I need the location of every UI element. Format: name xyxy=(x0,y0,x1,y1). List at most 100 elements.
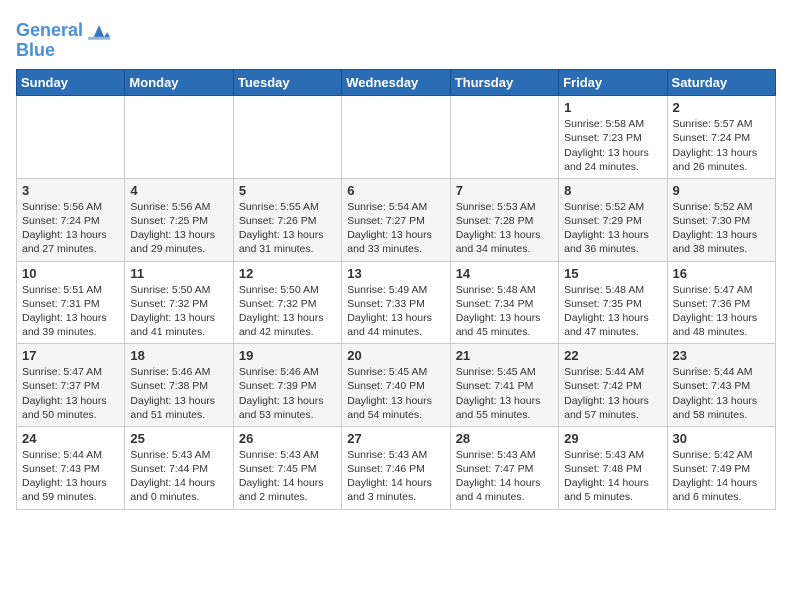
day-detail: Sunrise: 5:46 AM Sunset: 7:38 PM Dayligh… xyxy=(130,365,227,422)
day-number: 24 xyxy=(22,431,119,446)
day-detail: Sunrise: 5:44 AM Sunset: 7:42 PM Dayligh… xyxy=(564,365,661,422)
weekday-header: Saturday xyxy=(667,70,775,96)
calendar-cell: 10 Sunrise: 5:51 AM Sunset: 7:31 PM Dayli… xyxy=(17,261,125,344)
calendar-cell: 20 Sunrise: 5:45 AM Sunset: 7:40 PM Dayli… xyxy=(342,344,450,427)
day-detail: Sunrise: 5:51 AM Sunset: 7:31 PM Dayligh… xyxy=(22,283,119,340)
calendar-cell: 14 Sunrise: 5:48 AM Sunset: 7:34 PM Dayli… xyxy=(450,261,558,344)
day-detail: Sunrise: 5:45 AM Sunset: 7:40 PM Dayligh… xyxy=(347,365,444,422)
calendar-cell: 25 Sunrise: 5:43 AM Sunset: 7:44 PM Dayli… xyxy=(125,426,233,509)
calendar-week-row: 1 Sunrise: 5:58 AM Sunset: 7:23 PM Daylig… xyxy=(17,96,776,179)
calendar-cell: 26 Sunrise: 5:43 AM Sunset: 7:45 PM Dayli… xyxy=(233,426,341,509)
calendar-week-row: 24 Sunrise: 5:44 AM Sunset: 7:43 PM Dayli… xyxy=(17,426,776,509)
calendar-cell: 29 Sunrise: 5:43 AM Sunset: 7:48 PM Dayli… xyxy=(559,426,667,509)
day-number: 15 xyxy=(564,266,661,281)
calendar-cell: 30Sunrise: 5:42 AM Sunset: 7:49 PM Dayli… xyxy=(667,426,775,509)
day-number: 1 xyxy=(564,100,661,115)
day-number: 29 xyxy=(564,431,661,446)
day-number: 28 xyxy=(456,431,553,446)
logo-blue: Blue xyxy=(16,40,110,62)
day-number: 22 xyxy=(564,348,661,363)
day-number: 20 xyxy=(347,348,444,363)
calendar-cell: 16 Sunrise: 5:47 AM Sunset: 7:36 PM Dayli… xyxy=(667,261,775,344)
day-detail: Sunrise: 5:47 AM Sunset: 7:36 PM Dayligh… xyxy=(673,283,770,340)
day-detail: Sunrise: 5:45 AM Sunset: 7:41 PM Dayligh… xyxy=(456,365,553,422)
calendar-cell: 23Sunrise: 5:44 AM Sunset: 7:43 PM Dayli… xyxy=(667,344,775,427)
day-detail: Sunrise: 5:43 AM Sunset: 7:48 PM Dayligh… xyxy=(564,448,661,505)
weekday-header: Tuesday xyxy=(233,70,341,96)
day-number: 11 xyxy=(130,266,227,281)
calendar-cell: 24 Sunrise: 5:44 AM Sunset: 7:43 PM Dayli… xyxy=(17,426,125,509)
page-header: General Blue xyxy=(16,16,776,61)
weekday-header: Thursday xyxy=(450,70,558,96)
weekday-header: Wednesday xyxy=(342,70,450,96)
day-detail: Sunrise: 5:43 AM Sunset: 7:47 PM Dayligh… xyxy=(456,448,553,505)
weekday-header: Friday xyxy=(559,70,667,96)
calendar-week-row: 10 Sunrise: 5:51 AM Sunset: 7:31 PM Dayli… xyxy=(17,261,776,344)
day-detail: Sunrise: 5:53 AM Sunset: 7:28 PM Dayligh… xyxy=(456,200,553,257)
day-number: 3 xyxy=(22,183,119,198)
calendar-cell: 13 Sunrise: 5:49 AM Sunset: 7:33 PM Dayli… xyxy=(342,261,450,344)
calendar-cell: 28 Sunrise: 5:43 AM Sunset: 7:47 PM Dayli… xyxy=(450,426,558,509)
day-detail: Sunrise: 5:54 AM Sunset: 7:27 PM Dayligh… xyxy=(347,200,444,257)
day-detail: Sunrise: 5:48 AM Sunset: 7:34 PM Dayligh… xyxy=(456,283,553,340)
calendar-table: SundayMondayTuesdayWednesdayThursdayFrid… xyxy=(16,69,776,509)
day-detail: Sunrise: 5:47 AM Sunset: 7:37 PM Dayligh… xyxy=(22,365,119,422)
day-detail: Sunrise: 5:46 AM Sunset: 7:39 PM Dayligh… xyxy=(239,365,336,422)
calendar-cell: 22 Sunrise: 5:44 AM Sunset: 7:42 PM Dayli… xyxy=(559,344,667,427)
calendar-cell: 19 Sunrise: 5:46 AM Sunset: 7:39 PM Dayli… xyxy=(233,344,341,427)
day-detail: Sunrise: 5:56 AM Sunset: 7:25 PM Dayligh… xyxy=(130,200,227,257)
day-detail: Sunrise: 5:43 AM Sunset: 7:44 PM Dayligh… xyxy=(130,448,227,505)
logo: General Blue xyxy=(16,20,110,61)
day-number: 8 xyxy=(564,183,661,198)
calendar-cell: 18Sunrise: 5:46 AM Sunset: 7:38 PM Dayli… xyxy=(125,344,233,427)
calendar-cell: 17 Sunrise: 5:47 AM Sunset: 7:37 PM Dayli… xyxy=(17,344,125,427)
day-number: 9 xyxy=(673,183,770,198)
day-number: 16 xyxy=(673,266,770,281)
day-detail: Sunrise: 5:49 AM Sunset: 7:33 PM Dayligh… xyxy=(347,283,444,340)
day-detail: Sunrise: 5:57 AM Sunset: 7:24 PM Dayligh… xyxy=(673,117,770,174)
weekday-header: Sunday xyxy=(17,70,125,96)
day-number: 21 xyxy=(456,348,553,363)
day-detail: Sunrise: 5:43 AM Sunset: 7:45 PM Dayligh… xyxy=(239,448,336,505)
calendar-cell: 5 Sunrise: 5:55 AM Sunset: 7:26 PM Daylig… xyxy=(233,178,341,261)
day-number: 27 xyxy=(347,431,444,446)
day-number: 25 xyxy=(130,431,227,446)
calendar-cell: 21 Sunrise: 5:45 AM Sunset: 7:41 PM Dayli… xyxy=(450,344,558,427)
calendar-cell: 15Sunrise: 5:48 AM Sunset: 7:35 PM Dayli… xyxy=(559,261,667,344)
calendar-week-row: 3 Sunrise: 5:56 AM Sunset: 7:24 PM Daylig… xyxy=(17,178,776,261)
calendar-cell: 6 Sunrise: 5:54 AM Sunset: 7:27 PM Daylig… xyxy=(342,178,450,261)
day-detail: Sunrise: 5:44 AM Sunset: 7:43 PM Dayligh… xyxy=(673,365,770,422)
day-number: 7 xyxy=(456,183,553,198)
day-detail: Sunrise: 5:58 AM Sunset: 7:23 PM Dayligh… xyxy=(564,117,661,174)
day-number: 14 xyxy=(456,266,553,281)
day-number: 30 xyxy=(673,431,770,446)
weekday-header: Monday xyxy=(125,70,233,96)
day-detail: Sunrise: 5:50 AM Sunset: 7:32 PM Dayligh… xyxy=(130,283,227,340)
day-number: 12 xyxy=(239,266,336,281)
day-detail: Sunrise: 5:52 AM Sunset: 7:30 PM Dayligh… xyxy=(673,200,770,257)
day-number: 6 xyxy=(347,183,444,198)
day-number: 4 xyxy=(130,183,227,198)
day-detail: Sunrise: 5:43 AM Sunset: 7:46 PM Dayligh… xyxy=(347,448,444,505)
day-number: 10 xyxy=(22,266,119,281)
calendar-cell xyxy=(342,96,450,179)
day-number: 5 xyxy=(239,183,336,198)
day-detail: Sunrise: 5:50 AM Sunset: 7:32 PM Dayligh… xyxy=(239,283,336,340)
calendar-cell: 4 Sunrise: 5:56 AM Sunset: 7:25 PM Daylig… xyxy=(125,178,233,261)
logo-text: General xyxy=(16,20,110,42)
day-detail: Sunrise: 5:44 AM Sunset: 7:43 PM Dayligh… xyxy=(22,448,119,505)
calendar-cell xyxy=(450,96,558,179)
day-number: 13 xyxy=(347,266,444,281)
calendar-cell: 1 Sunrise: 5:58 AM Sunset: 7:23 PM Daylig… xyxy=(559,96,667,179)
day-detail: Sunrise: 5:56 AM Sunset: 7:24 PM Dayligh… xyxy=(22,200,119,257)
day-detail: Sunrise: 5:55 AM Sunset: 7:26 PM Dayligh… xyxy=(239,200,336,257)
logo-icon xyxy=(88,22,110,40)
calendar-cell xyxy=(125,96,233,179)
calendar-cell: 3 Sunrise: 5:56 AM Sunset: 7:24 PM Daylig… xyxy=(17,178,125,261)
day-number: 19 xyxy=(239,348,336,363)
calendar-cell: 9 Sunrise: 5:52 AM Sunset: 7:30 PM Daylig… xyxy=(667,178,775,261)
calendar-week-row: 17 Sunrise: 5:47 AM Sunset: 7:37 PM Dayli… xyxy=(17,344,776,427)
day-number: 17 xyxy=(22,348,119,363)
day-number: 26 xyxy=(239,431,336,446)
calendar-cell: 11 Sunrise: 5:50 AM Sunset: 7:32 PM Dayli… xyxy=(125,261,233,344)
